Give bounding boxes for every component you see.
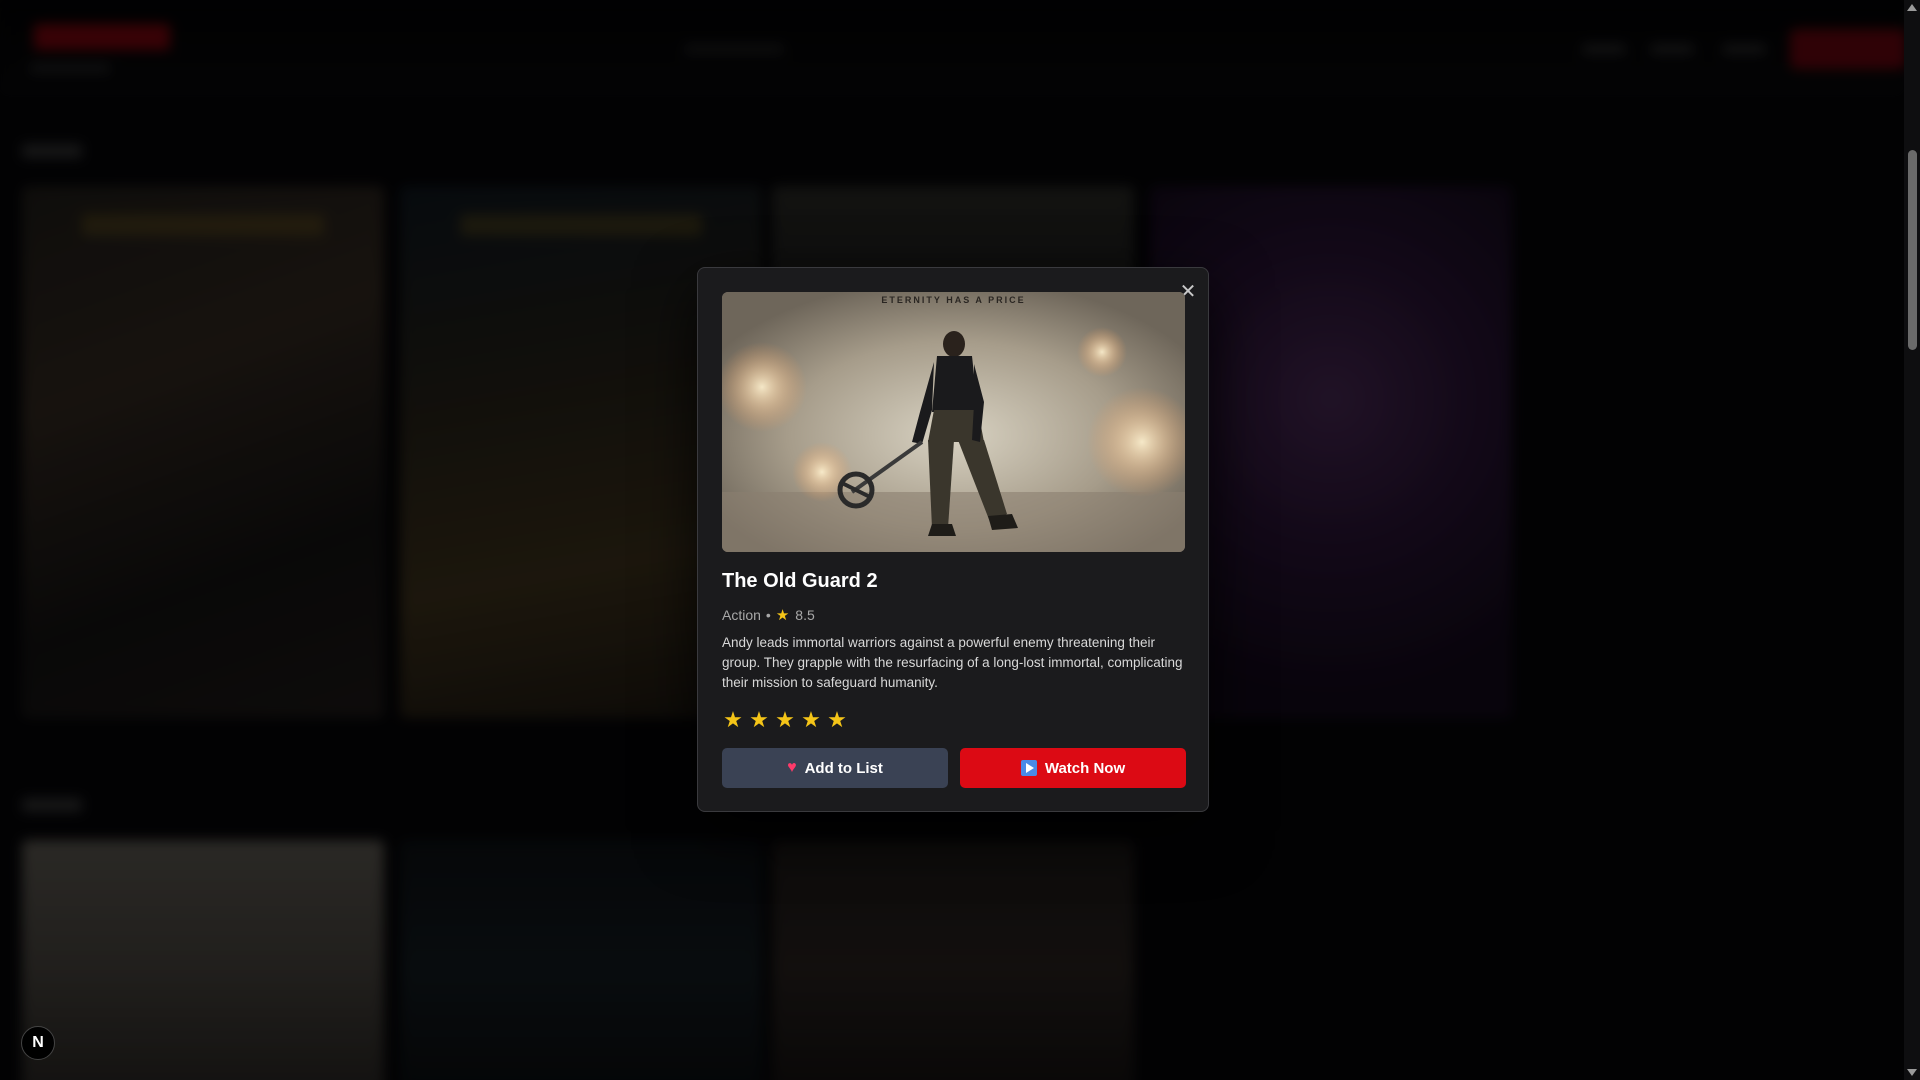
- movie-detail-modal: ✕ ETERNITY HAS A PRICE The Old Guard 2 A…: [697, 267, 1209, 812]
- user-rating-stars: ★ ★ ★ ★ ★: [722, 708, 848, 732]
- rating-star-icon[interactable]: ★: [826, 708, 848, 732]
- watch-now-label: Watch Now: [1044, 759, 1126, 777]
- modal-actions: ♥ Add to List Watch Now: [722, 748, 1186, 788]
- movie-poster: ETERNITY HAS A PRICE: [722, 292, 1185, 552]
- rating-star-icon[interactable]: ★: [748, 708, 770, 732]
- movie-description: Andy leads immortal warriors against a p…: [722, 635, 1183, 690]
- scroll-down-arrow-icon[interactable]: [1907, 1069, 1917, 1076]
- add-to-list-button[interactable]: ♥ Add to List: [722, 748, 948, 788]
- meta-separator: •: [765, 607, 771, 623]
- rating-star-icon[interactable]: ★: [800, 708, 822, 732]
- add-to-list-label: Add to List: [804, 759, 883, 777]
- rating-star-icon[interactable]: ★: [722, 708, 744, 732]
- movie-rating: 8.5: [795, 607, 815, 623]
- rating-star-icon[interactable]: ★: [774, 708, 796, 732]
- movie-title: The Old Guard 2: [722, 570, 878, 592]
- scroll-thumb[interactable]: [1908, 150, 1917, 350]
- play-icon: [1020, 760, 1037, 776]
- watch-now-button[interactable]: Watch Now: [960, 748, 1186, 788]
- scroll-up-arrow-icon[interactable]: [1907, 4, 1917, 11]
- poster-tagline: ETERNITY HAS A PRICE: [881, 295, 1026, 305]
- dev-badge[interactable]: N: [21, 1026, 55, 1060]
- movie-genre: Action: [722, 607, 761, 623]
- heart-icon: ♥: [787, 759, 797, 776]
- page-scrollbar[interactable]: [1904, 0, 1920, 1080]
- star-icon: ★: [775, 607, 790, 624]
- poster-artwork: [722, 292, 1185, 552]
- movie-meta: Action • ★ 8.5: [722, 606, 815, 624]
